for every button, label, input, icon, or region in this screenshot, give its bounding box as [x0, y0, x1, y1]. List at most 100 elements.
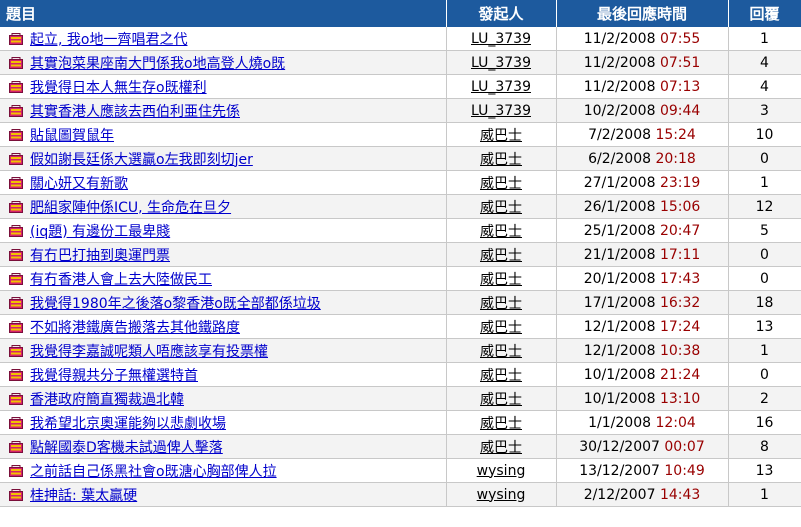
last-reply-date: 12/1/2008 [583, 342, 656, 359]
topic-link[interactable]: 貼鼠圖賀鼠年 [30, 128, 114, 144]
last-reply-date: 17/1/2008 [583, 294, 656, 311]
author-link[interactable]: 威巴士 [480, 128, 522, 144]
topic-title-cell: 點解國泰D客機未試過俾人擊落 [0, 434, 447, 459]
topic-title-cell: 桂抻話: 葉太贏硬 [0, 482, 447, 507]
topic-title-cell: 香港政府簡直獨裁過北韓 [0, 386, 447, 411]
last-reply-cell: 30/12/2007 00:07 [556, 434, 729, 459]
topic-link[interactable]: 我覺得日本人無生存o既權利 [30, 80, 207, 96]
author-link[interactable]: 威巴士 [480, 152, 522, 168]
last-reply-cell: 10/1/2008 21:24 [556, 362, 729, 387]
topic-link[interactable]: (iq題) 有邊份工最卑賤 [30, 224, 170, 240]
folder-topic-icon [9, 176, 23, 189]
folder-topic-icon [9, 152, 23, 165]
author-link[interactable]: wysing [477, 487, 526, 503]
last-reply-date: 12/1/2008 [583, 318, 656, 335]
reply-count: 0 [728, 266, 801, 291]
last-reply-cell: 10/1/2008 13:10 [556, 386, 729, 411]
reply-count: 1 [728, 170, 801, 195]
topic-link[interactable]: 其實香港人應該去西伯利亜住先係 [30, 104, 240, 120]
reply-count: 5 [728, 218, 801, 243]
author-link[interactable]: LU_3739 [471, 103, 531, 119]
last-reply-cell: 27/1/2008 23:19 [556, 170, 729, 195]
reply-count: 1 [728, 482, 801, 507]
topic-link[interactable]: 我覺得李嘉誠呢類人唔應該享有投票權 [30, 344, 268, 360]
last-reply-time: 14:43 [659, 486, 701, 503]
author-link[interactable]: 威巴士 [480, 344, 522, 360]
topic-link[interactable]: 起立, 我o地一齊唱君之代 [30, 32, 187, 48]
folder-topic-icon [9, 104, 23, 117]
topic-link[interactable]: 桂抻話: 葉太贏硬 [30, 488, 137, 504]
author-link[interactable]: 威巴士 [480, 272, 522, 288]
author-link[interactable]: 威巴士 [480, 296, 522, 312]
topic-table: 題目 發起人 最後回應時間 回覆 起立, 我o地一齊唱君之代 LU_3739 11/… [0, 0, 801, 507]
reply-count: 0 [728, 242, 801, 267]
table-row: 我希望北京奧運能夠以悲劇收場 威巴士 1/1/2008 12:04 16 [0, 410, 801, 435]
author-link[interactable]: 威巴士 [480, 416, 522, 432]
last-reply-time: 07:55 [659, 30, 701, 47]
topic-link[interactable]: 有冇巴打抽到奧運門票 [30, 248, 170, 264]
reply-count: 13 [728, 458, 801, 483]
author-cell: LU_3739 [446, 98, 557, 123]
author-cell: 威巴士 [446, 362, 557, 387]
table-row: 我覺得1980年之後落o黎香港o既全部都係垃圾 威巴士 17/1/2008 16:3… [0, 290, 801, 315]
author-link[interactable]: 威巴士 [480, 368, 522, 384]
topic-link[interactable]: 有冇香港人會上去大陸做民工 [30, 272, 212, 288]
last-reply-cell: 11/2/2008 07:55 [556, 27, 729, 51]
topic-link[interactable]: 肥組家陣仲係ICU, 生命危在旦夕 [30, 200, 231, 216]
topic-title-cell: 其實泡菜果座南大門係我o地高登人燒o既 [0, 50, 447, 75]
table-row: 不如將港鐵廣告搬落去其他鐵路度 威巴士 12/1/2008 17:24 13 [0, 314, 801, 339]
folder-topic-icon [9, 488, 23, 501]
folder-topic-icon [9, 344, 23, 357]
folder-topic-icon [9, 56, 23, 69]
author-link[interactable]: 威巴士 [480, 392, 522, 408]
folder-topic-icon [9, 32, 23, 45]
author-link[interactable]: 威巴士 [480, 440, 522, 456]
last-reply-cell: 1/1/2008 12:04 [556, 410, 729, 435]
author-link[interactable]: 威巴士 [480, 224, 522, 240]
topic-link[interactable]: 不如將港鐵廣告搬落去其他鐵路度 [30, 320, 240, 336]
table-header-row: 題目 發起人 最後回應時間 回覆 [0, 0, 801, 27]
last-reply-date: 11/2/2008 [583, 30, 656, 47]
author-cell: 威巴士 [446, 146, 557, 171]
table-row: 起立, 我o地一齊唱君之代 LU_3739 11/2/2008 07:55 1 [0, 27, 801, 51]
author-cell: 威巴士 [446, 194, 557, 219]
topic-link[interactable]: 我覺得1980年之後落o黎香港o既全部都係垃圾 [30, 296, 321, 312]
author-link[interactable]: LU_3739 [471, 55, 531, 71]
reply-count: 4 [728, 74, 801, 99]
author-link[interactable]: wysing [477, 463, 526, 479]
author-cell: 威巴士 [446, 266, 557, 291]
last-reply-date: 25/1/2008 [583, 222, 656, 239]
last-reply-cell: 21/1/2008 17:11 [556, 242, 729, 267]
topic-link[interactable]: 之前話自己係黑社會o既溏心胸部俾人拉 [30, 464, 277, 480]
reply-count: 16 [728, 410, 801, 435]
last-reply-time: 17:11 [659, 246, 701, 263]
author-cell: 威巴士 [446, 386, 557, 411]
last-reply-cell: 6/2/2008 20:18 [556, 146, 729, 171]
folder-topic-icon [9, 440, 23, 453]
reply-count: 3 [728, 98, 801, 123]
topic-link[interactable]: 點解國泰D客機未試過俾人擊落 [30, 440, 223, 456]
last-reply-cell: 11/2/2008 07:51 [556, 50, 729, 75]
author-cell: wysing [446, 482, 557, 507]
folder-topic-icon [9, 464, 23, 477]
folder-topic-icon [9, 80, 23, 93]
author-link[interactable]: 威巴士 [480, 320, 522, 336]
topic-link[interactable]: 我覺得親共分子無權選特首 [30, 368, 198, 384]
folder-topic-icon [9, 128, 23, 141]
topic-title-cell: 假如謝長廷係大選贏o左我即刻切jer [0, 146, 447, 171]
topic-link[interactable]: 我希望北京奧運能夠以悲劇收場 [30, 416, 226, 432]
last-reply-time: 09:44 [659, 102, 701, 119]
topic-link[interactable]: 香港政府簡直獨裁過北韓 [30, 392, 184, 408]
topic-link[interactable]: 其實泡菜果座南大門係我o地高登人燒o既 [30, 56, 285, 72]
author-link[interactable]: 威巴士 [480, 200, 522, 216]
author-link[interactable]: 威巴士 [480, 248, 522, 264]
topic-title-cell: 其實香港人應該去西伯利亜住先係 [0, 98, 447, 123]
last-reply-time: 21:24 [659, 366, 701, 383]
topic-link[interactable]: 關心妍又有新歌 [30, 176, 128, 192]
topic-title-cell: 起立, 我o地一齊唱君之代 [0, 27, 447, 51]
author-link[interactable]: LU_3739 [471, 79, 531, 95]
topic-link[interactable]: 假如謝長廷係大選贏o左我即刻切jer [30, 152, 253, 168]
author-link[interactable]: LU_3739 [471, 31, 531, 47]
author-link[interactable]: 威巴士 [480, 176, 522, 192]
last-reply-time: 16:32 [659, 294, 701, 311]
